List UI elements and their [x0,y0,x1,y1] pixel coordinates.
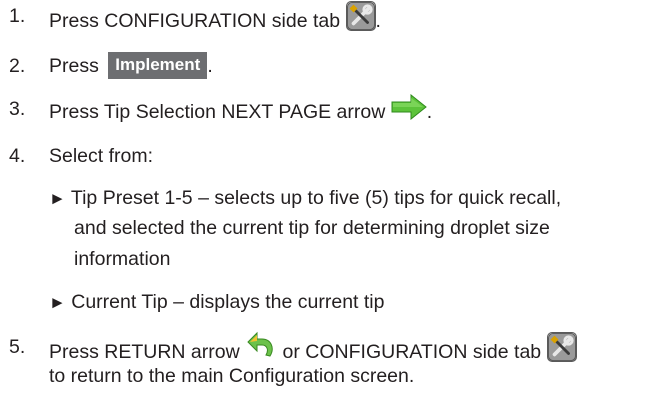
bullet-text: Current Tip – displays the current tip [71,291,385,313]
step-number: 3. [9,98,26,120]
instruction-list: 1. Press CONFIGURATION side tab . 2. Pre… [0,0,652,396]
step-number: 5. [9,336,26,358]
bullet-text: information [74,248,171,270]
step-text: Press Tip Selection NEXT PAGE arrow [49,101,386,124]
wrench-screwdriver-icon [345,1,376,41]
step-text: Press [49,55,99,77]
step-text: Select from: [49,145,154,167]
wrench-screwdriver-icon [546,332,577,372]
step-number: 1. [9,5,26,27]
implement-button: Implement [108,52,208,80]
step-number: 2. [9,55,26,77]
green-right-arrow-icon [391,93,427,130]
bullet-text: Tip Preset 1-5 – selects up to five (5) … [70,187,562,209]
step-text: Press RETURN arrow [49,341,240,364]
bullet-text: and selected the current tip for determi… [74,217,550,239]
step-text: Press CONFIGURATION side tab [49,10,341,33]
step-text: to return to the main Configuration scre… [49,365,415,387]
bullet-marker: ► [49,189,66,208]
step-number: 4. [9,145,26,167]
bullet-marker: ► [49,293,66,312]
